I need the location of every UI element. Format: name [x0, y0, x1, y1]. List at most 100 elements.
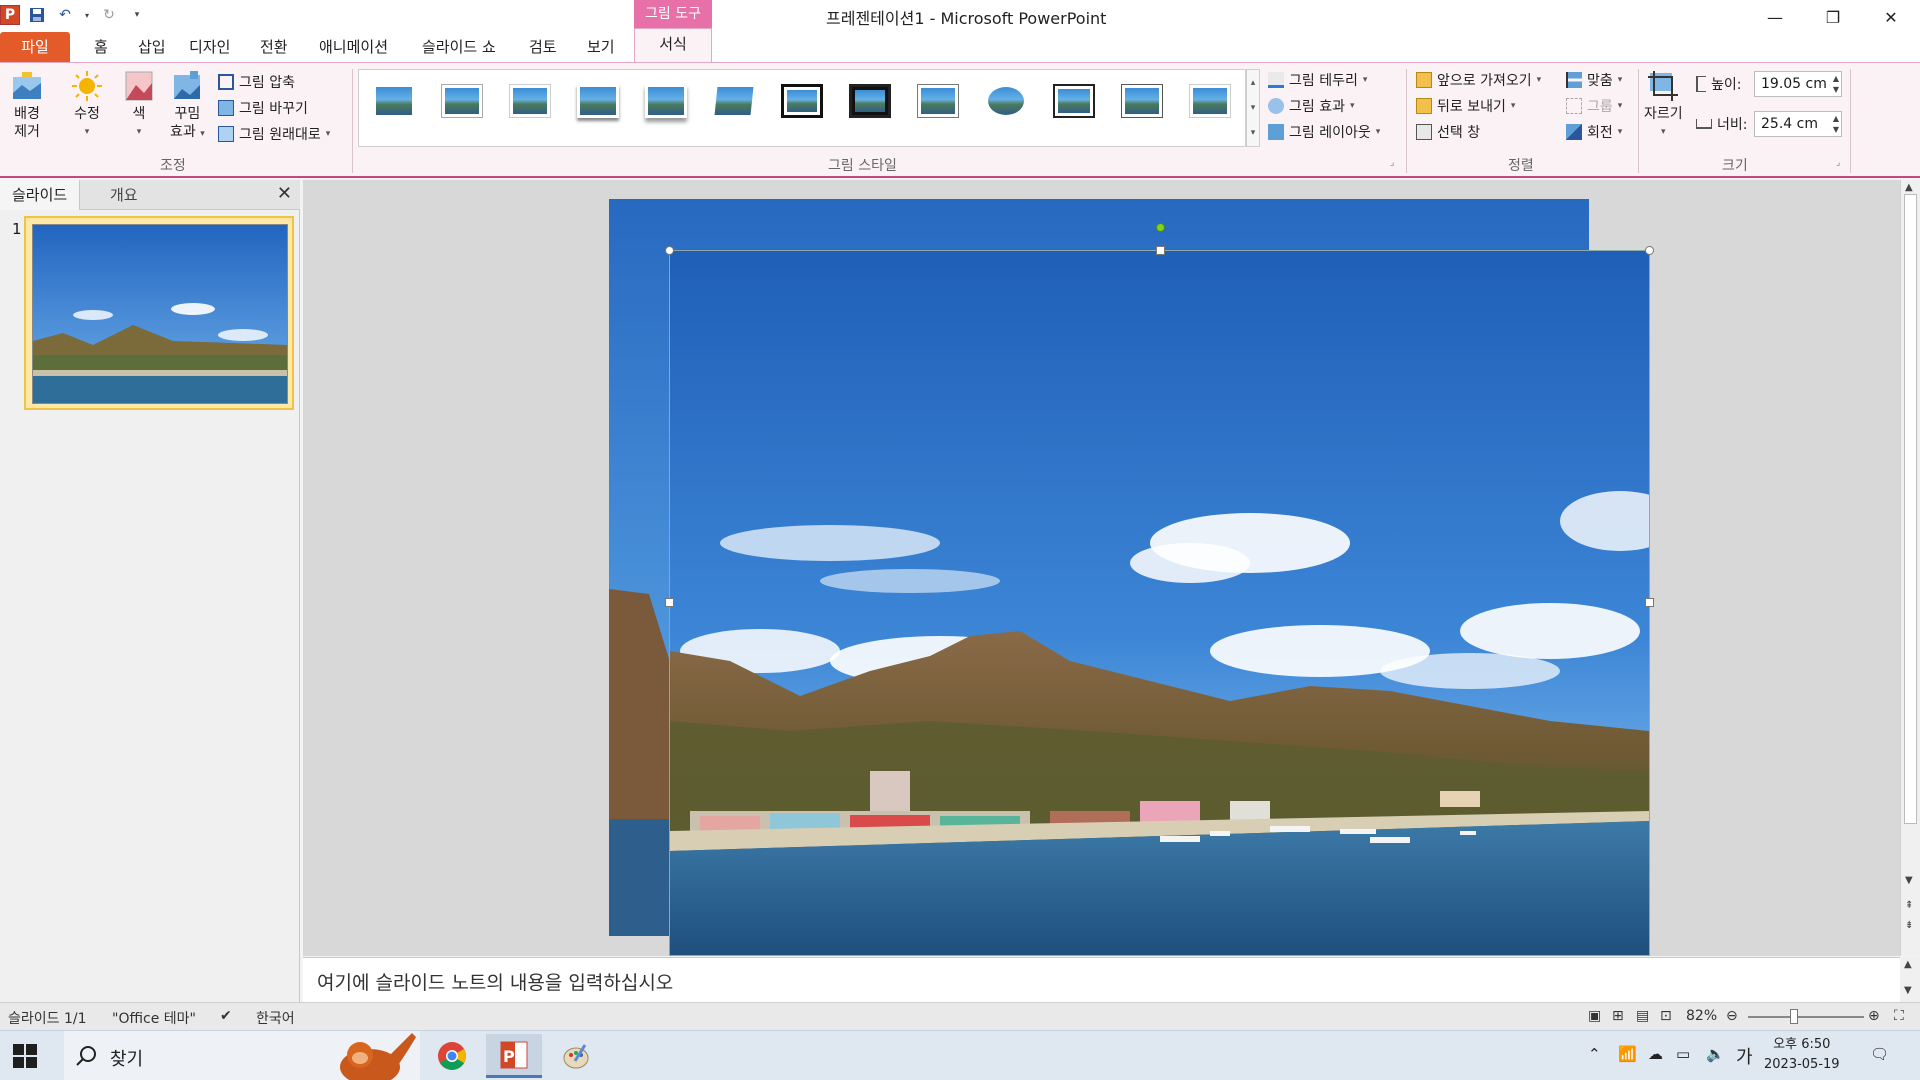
picture-style-3[interactable]: [509, 84, 551, 118]
tab-slideshow[interactable]: 슬라이드 쇼: [412, 32, 506, 62]
slideshow-icon[interactable]: ⊡: [1660, 1008, 1672, 1024]
slide-editing-area[interactable]: [303, 180, 1900, 956]
customize-qat-icon[interactable]: ▾: [126, 4, 148, 26]
picture-border-button[interactable]: 그림 테두리 ▾: [1268, 69, 1367, 91]
dialog-launcher-icon[interactable]: ⌟: [1390, 157, 1394, 169]
slide-sorter-icon[interactable]: ⊞: [1612, 1008, 1624, 1024]
compress-pictures-button[interactable]: 그림 압축: [218, 71, 295, 93]
tab-transitions[interactable]: 전환: [250, 32, 298, 62]
tab-design[interactable]: 디자인: [179, 32, 240, 62]
clock[interactable]: 오후 6:50 2023-05-19: [1764, 1035, 1840, 1075]
size-dialog-launcher-icon[interactable]: ⌟: [1836, 157, 1840, 169]
width-spinner-icon[interactable]: ▲ ▼: [1833, 113, 1839, 135]
picture-style-12[interactable]: [1121, 84, 1163, 118]
change-picture-button[interactable]: 그림 바꾸기: [218, 97, 308, 119]
remove-background-button[interactable]: 배경 제거: [10, 69, 44, 141]
notifications-icon[interactable]: 🗨: [1870, 1045, 1889, 1063]
picture-style-1[interactable]: [373, 84, 415, 118]
reset-picture-button[interactable]: 그림 원래대로 ▾: [218, 123, 330, 145]
reading-view-icon[interactable]: ▤: [1636, 1008, 1649, 1024]
powerpoint-app-icon[interactable]: P: [0, 5, 20, 25]
height-spinner-icon[interactable]: ▲ ▼: [1833, 73, 1839, 95]
undo-icon[interactable]: ↶: [54, 4, 76, 26]
picture-styles-gallery[interactable]: [358, 69, 1246, 147]
notes-scroll-down-icon[interactable]: ▼: [1904, 985, 1912, 996]
tab-slides[interactable]: 슬라이드: [0, 180, 81, 210]
tab-outline[interactable]: 개요: [98, 180, 150, 210]
save-icon[interactable]: [26, 4, 48, 26]
align-button[interactable]: 맞춤 ▾: [1566, 69, 1622, 91]
group-button[interactable]: 그룹 ▾: [1566, 95, 1622, 117]
picture-style-13[interactable]: [1189, 84, 1231, 118]
previous-slide-icon[interactable]: ⇞: [1905, 900, 1913, 911]
picture-style-2[interactable]: [441, 84, 483, 118]
scroll-down-icon[interactable]: ▼: [1905, 875, 1913, 886]
picture-style-7[interactable]: [781, 84, 823, 118]
resize-handle-right[interactable]: [1645, 598, 1654, 607]
picture-style-10[interactable]: [985, 84, 1027, 118]
onedrive-icon[interactable]: ☁: [1648, 1045, 1663, 1063]
send-backward-button[interactable]: 뒤로 보내기 ▾: [1416, 95, 1515, 117]
picture-effects-button[interactable]: 그림 효과 ▾: [1268, 95, 1355, 117]
resize-handle-top-left[interactable]: [665, 246, 674, 255]
slide-thumbnail[interactable]: [24, 216, 294, 410]
resize-handle-top[interactable]: [1156, 246, 1165, 255]
close-button[interactable]: ✕: [1862, 0, 1920, 34]
zoom-slider-thumb[interactable]: [1790, 1009, 1798, 1024]
chrome-app[interactable]: [424, 1034, 480, 1078]
picture-style-8[interactable]: [849, 84, 891, 118]
next-slide-icon[interactable]: ⇟: [1905, 920, 1913, 931]
tab-view[interactable]: 보기: [577, 32, 625, 62]
tab-format[interactable]: 서식: [634, 28, 712, 62]
zoom-in-icon[interactable]: ⊕: [1868, 1008, 1880, 1024]
zoom-level[interactable]: 82%: [1686, 1008, 1717, 1024]
scroll-up-icon[interactable]: ▲: [1905, 182, 1913, 193]
selected-picture[interactable]: [665, 223, 1680, 956]
gallery-more-icon[interactable]: ▾: [1251, 128, 1256, 138]
rotate-button[interactable]: 회전 ▾: [1566, 121, 1622, 143]
volume-icon[interactable]: 🔈: [1706, 1045, 1725, 1063]
tab-animations[interactable]: 애니메이션: [309, 32, 398, 62]
picture-style-11[interactable]: [1053, 84, 1095, 118]
color-button[interactable]: 색 ▾: [122, 69, 156, 141]
redo-icon[interactable]: ↻: [98, 4, 120, 26]
undo-dropdown-icon[interactable]: ▾: [82, 4, 92, 26]
picture-style-4[interactable]: [577, 84, 619, 118]
notes-pane[interactable]: 여기에 슬라이드 노트의 내용을 입력하십시오: [303, 957, 1900, 1002]
notes-placeholder[interactable]: 여기에 슬라이드 노트의 내용을 입력하십시오: [317, 968, 673, 995]
selection-pane-button[interactable]: 선택 창: [1416, 121, 1480, 143]
gallery-up-icon[interactable]: ▴: [1251, 78, 1256, 88]
notes-scroll-up-icon[interactable]: ▲: [1904, 959, 1912, 970]
artistic-effects-button[interactable]: 꾸밈 효과 ▾: [170, 69, 205, 143]
language[interactable]: 한국어: [256, 1008, 295, 1028]
tab-home[interactable]: 홈: [84, 32, 118, 62]
taskbar-search[interactable]: 찾기: [64, 1031, 420, 1080]
spellcheck-icon[interactable]: ✔: [220, 1008, 232, 1024]
normal-view-icon[interactable]: ▣: [1588, 1008, 1601, 1024]
gallery-scroll[interactable]: ▴ ▾ ▾: [1246, 69, 1260, 147]
windows-start-icon[interactable]: [12, 1043, 38, 1069]
restore-button[interactable]: ❐: [1804, 0, 1862, 34]
tab-insert[interactable]: 삽입: [128, 32, 176, 62]
minimize-button[interactable]: —: [1746, 0, 1804, 34]
rotate-handle[interactable]: [1156, 223, 1165, 232]
scroll-thumb[interactable]: [1904, 194, 1917, 824]
fit-to-window-icon[interactable]: ⛶: [1894, 1008, 1904, 1024]
picture-style-6[interactable]: [713, 84, 755, 118]
crop-button[interactable]: 자르기 ▾: [1644, 69, 1683, 141]
wifi-icon[interactable]: 📶: [1618, 1045, 1637, 1063]
picture-style-9[interactable]: [917, 84, 959, 118]
close-icon[interactable]: ✕: [277, 183, 292, 204]
powerpoint-app[interactable]: P: [486, 1034, 542, 1078]
gallery-down-icon[interactable]: ▾: [1251, 103, 1256, 113]
tab-review[interactable]: 검토: [519, 32, 567, 62]
ime-indicator[interactable]: 가: [1736, 1043, 1753, 1069]
picture-layout-button[interactable]: 그림 레이아웃 ▾: [1268, 121, 1380, 143]
corrections-button[interactable]: 수정 ▾: [70, 69, 104, 141]
zoom-out-icon[interactable]: ⊖: [1726, 1008, 1738, 1024]
paint-app[interactable]: [548, 1034, 604, 1078]
bring-forward-button[interactable]: 앞으로 가져오기 ▾: [1416, 69, 1541, 91]
zoom-slider[interactable]: [1748, 1016, 1864, 1018]
vertical-scrollbar[interactable]: ▲ ▼ ⇞ ⇟: [1900, 180, 1920, 956]
height-input[interactable]: 19.05 cm ▲ ▼: [1754, 71, 1842, 97]
